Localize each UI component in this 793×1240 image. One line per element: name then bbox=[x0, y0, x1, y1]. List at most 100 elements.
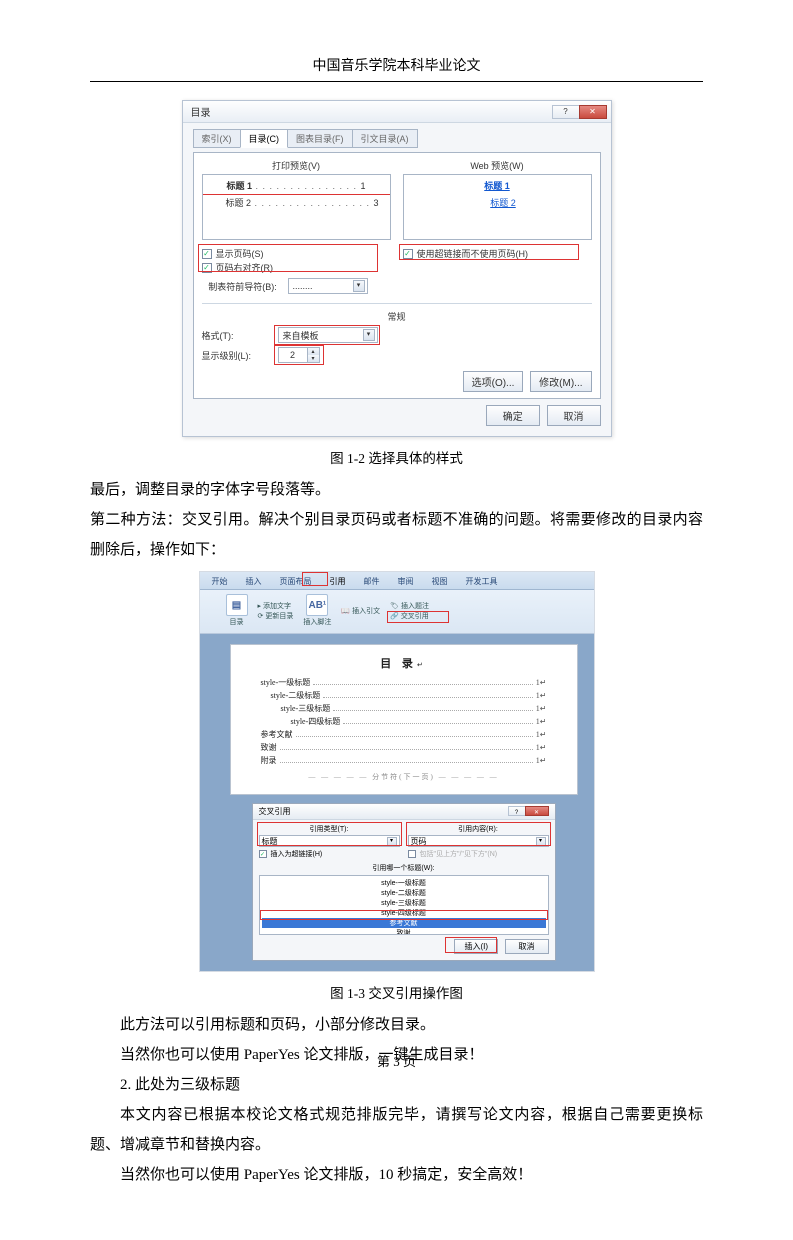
subdialog-title: 交叉引用 bbox=[259, 806, 291, 817]
ribbon-tabs: 开始 插入 页面布局 引用 邮件 审阅 视图 开发工具 bbox=[200, 572, 594, 590]
toc-line: 附录1↵ bbox=[261, 755, 547, 766]
refcontent-combo[interactable]: 页码▾ bbox=[408, 835, 549, 847]
paragraph: 第二种方法：交叉引用。解决个别目录页码或者标题不准确的问题。将需要修改的目录内容… bbox=[90, 505, 703, 565]
cancel-button[interactable]: 取消 bbox=[547, 405, 601, 426]
list-item[interactable]: 参考文献 bbox=[262, 918, 546, 928]
ok-button[interactable]: 确定 bbox=[486, 405, 540, 426]
close-icon[interactable]: ✕ bbox=[525, 806, 549, 816]
label-showpage: 显示页码(S) bbox=[216, 247, 264, 260]
leader-label: 制表符前导符(B): bbox=[202, 280, 284, 293]
tab-toc[interactable]: 目录(C) bbox=[240, 129, 289, 148]
ribbon-tab[interactable]: 视图 bbox=[426, 574, 454, 589]
leader-combo[interactable]: ........ ▾ bbox=[288, 278, 368, 294]
format-combo[interactable]: 来自模板 ▾ bbox=[278, 327, 378, 343]
section-heading-3: 2. 此处为三级标题 bbox=[90, 1070, 703, 1100]
checkbox-showpage[interactable]: ✓ bbox=[202, 249, 212, 259]
preview-h2: 标题 2 bbox=[225, 198, 251, 208]
page-footer: 第 3 页 bbox=[0, 1051, 793, 1070]
paragraph: 本文内容已根据本校论文格式规范排版完毕，请撰写论文内容，根据自己需要更换标题、增… bbox=[90, 1100, 703, 1160]
checkbox-includeabove[interactable] bbox=[408, 850, 416, 858]
toc-dialog: 目录 ? ✕ 索引(X) 目录(C) 图表目录(F) 引文目录(A) 打印预览(… bbox=[182, 100, 612, 437]
dialog-title: 目录 bbox=[191, 104, 211, 119]
ribbon-tab[interactable]: 邮件 bbox=[358, 574, 386, 589]
dialog-tabs: 索引(X) 目录(C) 图表目录(F) 引文目录(A) bbox=[193, 129, 601, 148]
toc-line: style-三级标题1↵ bbox=[261, 703, 547, 714]
list-item[interactable]: style-四级标题 bbox=[262, 908, 546, 918]
spin-down-icon[interactable]: ▾ bbox=[307, 355, 319, 362]
ribbon-body: ▤ 目录 ▸ 添加文字 ⟳ 更新目录 AB¹ 插入脚注 📖 插入引文 🏷 插入题… bbox=[200, 590, 594, 634]
cross-ref-dialog: 交叉引用 ? ✕ 引用类型(T): 标题▾ ✓ 插入为超链接(H) bbox=[252, 803, 556, 961]
web-preview-label: Web 预览(W) bbox=[403, 159, 592, 172]
reflist-label: 引用哪一个标题(W): bbox=[259, 863, 549, 873]
web-h2-link[interactable]: 标题 2 bbox=[490, 198, 516, 208]
ribbon-item[interactable]: ⟳ 更新目录 bbox=[258, 611, 294, 621]
ribbon-cross-reference[interactable]: 🔗 交叉引用 bbox=[390, 611, 429, 621]
tab-figures[interactable]: 图表目录(F) bbox=[287, 129, 353, 148]
spin-up-icon[interactable]: ▴ bbox=[307, 348, 319, 355]
document-canvas: 目 录↵ style-一级标题1↵style-二级标题1↵style-三级标题1… bbox=[200, 634, 594, 971]
web-h1-link[interactable]: 标题 1 bbox=[484, 181, 510, 191]
print-preview-label: 打印预览(V) bbox=[202, 159, 391, 172]
figure-1-2-caption: 图 1-2 选择具体的样式 bbox=[90, 447, 703, 467]
options-button[interactable]: 选项(O)... bbox=[463, 371, 524, 392]
reftype-label: 引用类型(T): bbox=[259, 824, 400, 834]
preview-h2-pg: 3 bbox=[374, 198, 379, 208]
list-item[interactable]: style-三级标题 bbox=[262, 898, 546, 908]
paragraph: 当然你也可以使用 PaperYes 论文排版，10 秒搞定，安全高效！ bbox=[90, 1160, 703, 1190]
toc-line: 致谢1↵ bbox=[261, 742, 547, 753]
ribbon-tab[interactable]: 开始 bbox=[206, 574, 234, 589]
figure-1-3-caption: 图 1-3 交叉引用操作图 bbox=[90, 982, 703, 1002]
page-header: 中国音乐学院本科毕业论文 bbox=[90, 55, 703, 82]
toc-line: style-四级标题1↵ bbox=[261, 716, 547, 727]
preview-h1: 标题 1 bbox=[226, 181, 252, 191]
ribbon-tab[interactable]: 审阅 bbox=[392, 574, 420, 589]
paragraph: 此方法可以引用标题和页码，小部分修改目录。 bbox=[90, 1010, 703, 1040]
chevron-down-icon: ▾ bbox=[536, 837, 546, 846]
ribbon-tab[interactable]: 开发工具 bbox=[460, 574, 504, 589]
preview-h1-pg: 1 bbox=[361, 181, 366, 191]
level-spinner[interactable]: 2 ▴▾ bbox=[278, 347, 320, 363]
list-item[interactable]: style-二级标题 bbox=[262, 888, 546, 898]
checkbox-hyperlink[interactable]: ✓ bbox=[403, 249, 413, 259]
footnote-icon[interactable]: AB¹ bbox=[306, 594, 328, 616]
figure-1-3: 开始 插入 页面布局 引用 邮件 审阅 视图 开发工具 ▤ 目录 ▸ 添加文字 … bbox=[90, 571, 703, 972]
reftype-combo[interactable]: 标题▾ bbox=[259, 835, 400, 847]
checkbox-insertlink[interactable]: ✓ bbox=[259, 850, 267, 858]
ribbon-label: 目录 bbox=[230, 617, 244, 627]
figure-1-2: 目录 ? ✕ 索引(X) 目录(C) 图表目录(F) 引文目录(A) 打印预览(… bbox=[90, 100, 703, 437]
help-button[interactable]: ? bbox=[508, 806, 526, 816]
chevron-down-icon: ▾ bbox=[353, 280, 365, 292]
level-label: 显示级别(L): bbox=[202, 349, 272, 362]
dialog-titlebar: 目录 ? ✕ bbox=[183, 101, 611, 123]
paragraph: 最后，调整目录的字体字号段落等。 bbox=[90, 475, 703, 505]
toc-icon[interactable]: ▤ bbox=[226, 594, 248, 616]
ribbon-label: 插入脚注 bbox=[303, 617, 331, 627]
label-hyperlink: 使用超链接而不使用页码(H) bbox=[417, 247, 529, 260]
tab-citations[interactable]: 引文目录(A) bbox=[352, 129, 418, 148]
print-preview-box: 标题 1 . . . . . . . . . . . . . . . 1 标题 … bbox=[202, 174, 391, 240]
ribbon-tab[interactable]: 页面布局 bbox=[274, 574, 318, 589]
label-insertlink: 插入为超链接(H) bbox=[271, 849, 323, 859]
list-item[interactable]: 致谢 bbox=[262, 928, 546, 935]
level-value: 2 bbox=[279, 348, 307, 362]
format-value: 来自模板 bbox=[283, 329, 319, 342]
tab-index[interactable]: 索引(X) bbox=[193, 129, 241, 148]
help-button[interactable]: ? bbox=[552, 105, 580, 119]
chevron-down-icon: ▾ bbox=[387, 837, 397, 846]
list-item[interactable]: style-一级标题 bbox=[262, 878, 546, 888]
close-icon[interactable]: ✕ bbox=[579, 105, 607, 119]
ribbon-tab-references[interactable]: 引用 bbox=[324, 574, 352, 589]
ribbon-item[interactable]: ▸ 添加文字 bbox=[258, 601, 294, 611]
toc-line: style-一级标题1↵ bbox=[261, 677, 547, 688]
ref-heading-list[interactable]: style-一级标题 style-二级标题 style-三级标题 style-四… bbox=[259, 875, 549, 935]
checkbox-rightalign[interactable]: ✓ bbox=[202, 263, 212, 273]
insert-button[interactable]: 插入(I) bbox=[454, 939, 498, 954]
ribbon-item[interactable]: 🏷 插入题注 bbox=[390, 601, 429, 611]
ribbon-tab[interactable]: 插入 bbox=[240, 574, 268, 589]
ribbon-item[interactable]: 📖 插入引文 bbox=[341, 606, 380, 616]
modify-button[interactable]: 修改(M)... bbox=[530, 371, 591, 392]
toc-line: style-二级标题1↵ bbox=[261, 690, 547, 701]
section-break: — — — — — 分节符(下一页) — — — — — bbox=[261, 772, 547, 782]
document-page: 目 录↵ style-一级标题1↵style-二级标题1↵style-三级标题1… bbox=[230, 644, 578, 795]
cancel-button[interactable]: 取消 bbox=[505, 939, 549, 954]
